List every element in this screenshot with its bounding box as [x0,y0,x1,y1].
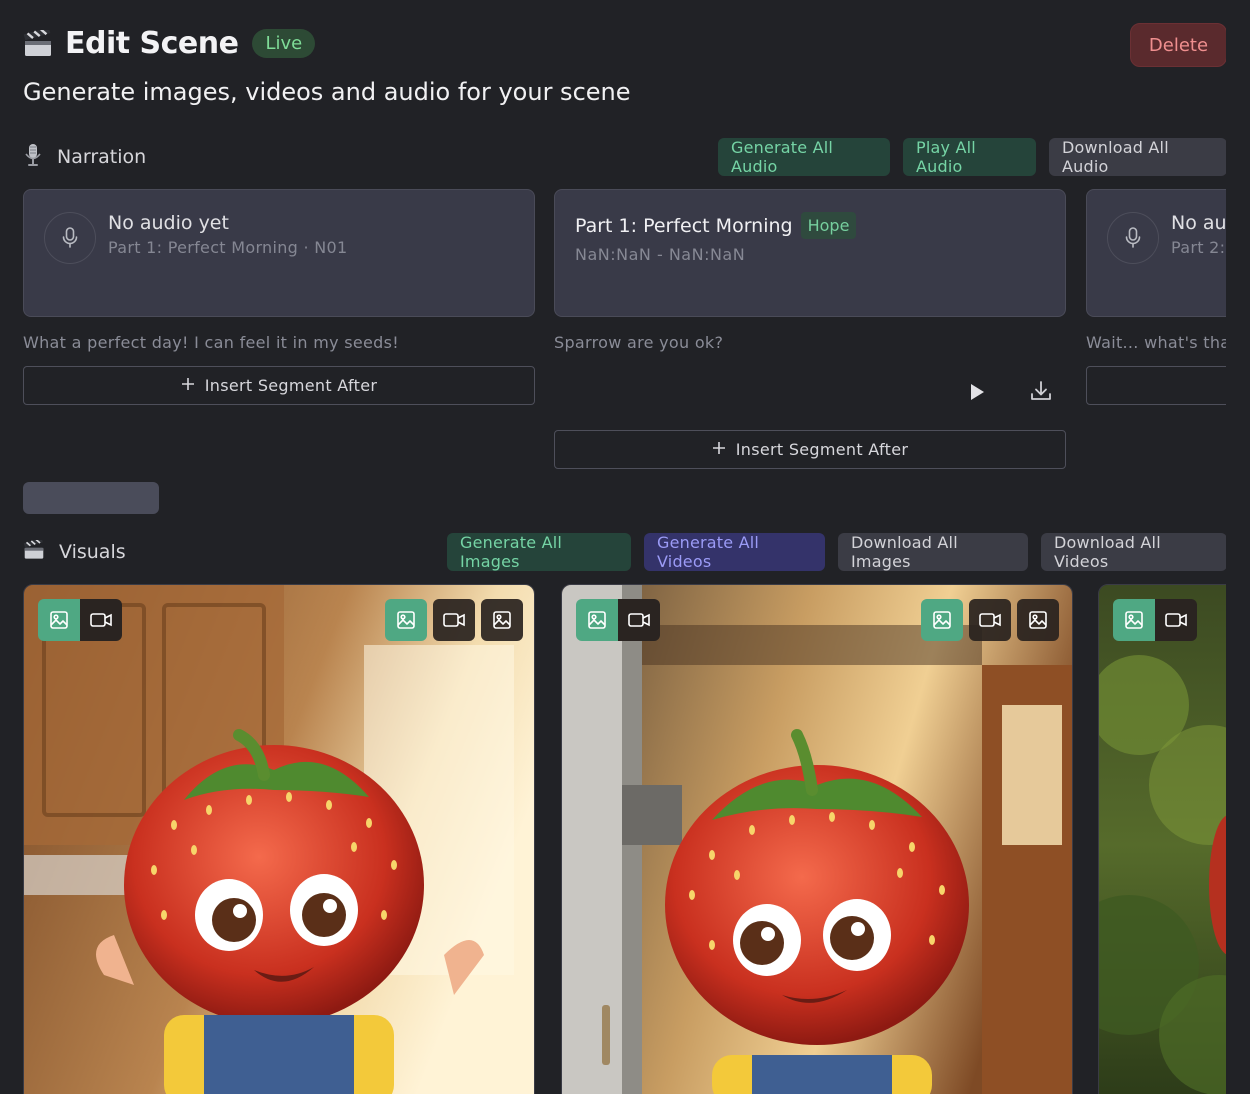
status-badge: Live [252,29,316,58]
play-icon[interactable] [962,377,992,407]
image-mode-icon[interactable] [38,599,80,641]
narration-header: Narration Generate All Audio Play All Au… [23,138,1226,176]
visuals-header: Visuals Generate All Images Generate All… [23,533,1226,571]
audio-status-title: No audio yet [1171,212,1226,234]
audio-segment-subtitle: Part 2: [1171,238,1226,257]
visual-card[interactable] [23,584,535,1094]
card-actions [921,599,1059,641]
visual-card[interactable] [561,584,1073,1094]
card-mode-toggle [1113,599,1197,641]
generate-all-videos-button[interactable]: Generate All Videos [644,533,825,571]
audio-timestamp: NaN:NaN - NaN:NaN [575,245,746,264]
image-mode-icon[interactable] [1113,599,1155,641]
loading-placeholder-button[interactable] [23,482,159,514]
audio-segment-card[interactable]: Part 1: Perfect Morning Hope NaN:NaN - N… [554,189,1066,317]
segment-caption: Wait... what's that [1086,333,1226,352]
voice-badge: Hope [800,212,857,239]
segment-caption: Sparrow are you ok? [554,333,724,352]
strawberry-doorway-image [562,585,1072,1094]
video-mode-icon[interactable] [1155,599,1197,641]
insert-segment-button[interactable] [1086,366,1226,405]
section-title-visuals: Visuals [59,541,126,563]
download-icon[interactable] [1026,376,1056,406]
section-title-narration: Narration [57,146,147,168]
insert-segment-button[interactable]: Insert Segment After [23,366,535,405]
microphone-emoji-icon [23,143,43,172]
video-mode-icon[interactable] [80,599,122,641]
plus-icon [181,376,195,395]
segment-caption: What a perfect day! I can feel it in my … [23,333,399,352]
audio-segment-subtitle: Part 1: Perfect Morning · N01 [108,238,348,257]
viewport: Edit Scene Live Delete Generate images, … [0,0,1226,1094]
microphone-icon [1107,212,1159,264]
download-all-videos-button[interactable]: Download All Videos [1041,533,1226,571]
video-mode-icon[interactable] [618,599,660,641]
image-mode-icon[interactable] [576,599,618,641]
generate-all-images-button[interactable]: Generate All Images [447,533,631,571]
audio-segment-title: Part 1: Perfect Morning [575,214,793,237]
download-all-audio-button[interactable]: Download All Audio [1049,138,1226,176]
card-actions [385,599,523,641]
microphone-icon [44,212,96,264]
audio-status-title: No audio yet [108,212,229,234]
insert-segment-label: Insert Segment After [204,376,378,395]
strawberry-garden-image [1099,585,1226,1094]
page-subtitle: Generate images, videos and audio for yo… [23,78,631,106]
download-all-images-button[interactable]: Download All Images [838,533,1028,571]
strawberry-kitchen-image [24,585,534,1094]
insert-segment-label: Insert Segment After [735,440,909,459]
clapperboard-icon [23,29,53,59]
image-icon[interactable] [1017,599,1059,641]
delete-button[interactable]: Delete [1130,23,1226,67]
generate-all-audio-button[interactable]: Generate All Audio [718,138,890,176]
clapperboard-icon [23,537,45,565]
card-mode-toggle [576,599,660,641]
play-all-audio-button[interactable]: Play All Audio [903,138,1036,176]
image-icon[interactable] [385,599,427,641]
insert-segment-button[interactable]: Insert Segment After [554,430,1066,469]
visual-card[interactable] [1098,584,1226,1094]
audio-segment-card[interactable]: No audio yet Part 1: Perfect Morning · N… [23,189,535,317]
video-icon[interactable] [433,599,475,641]
image-icon[interactable] [921,599,963,641]
page-header: Edit Scene Live Delete [23,23,1226,70]
plus-icon [712,440,726,459]
card-mode-toggle [38,599,122,641]
page-title: Edit Scene [65,26,239,61]
video-icon[interactable] [969,599,1011,641]
image-icon[interactable] [481,599,523,641]
audio-segment-card[interactable]: No audio yet Part 2: [1086,189,1226,317]
